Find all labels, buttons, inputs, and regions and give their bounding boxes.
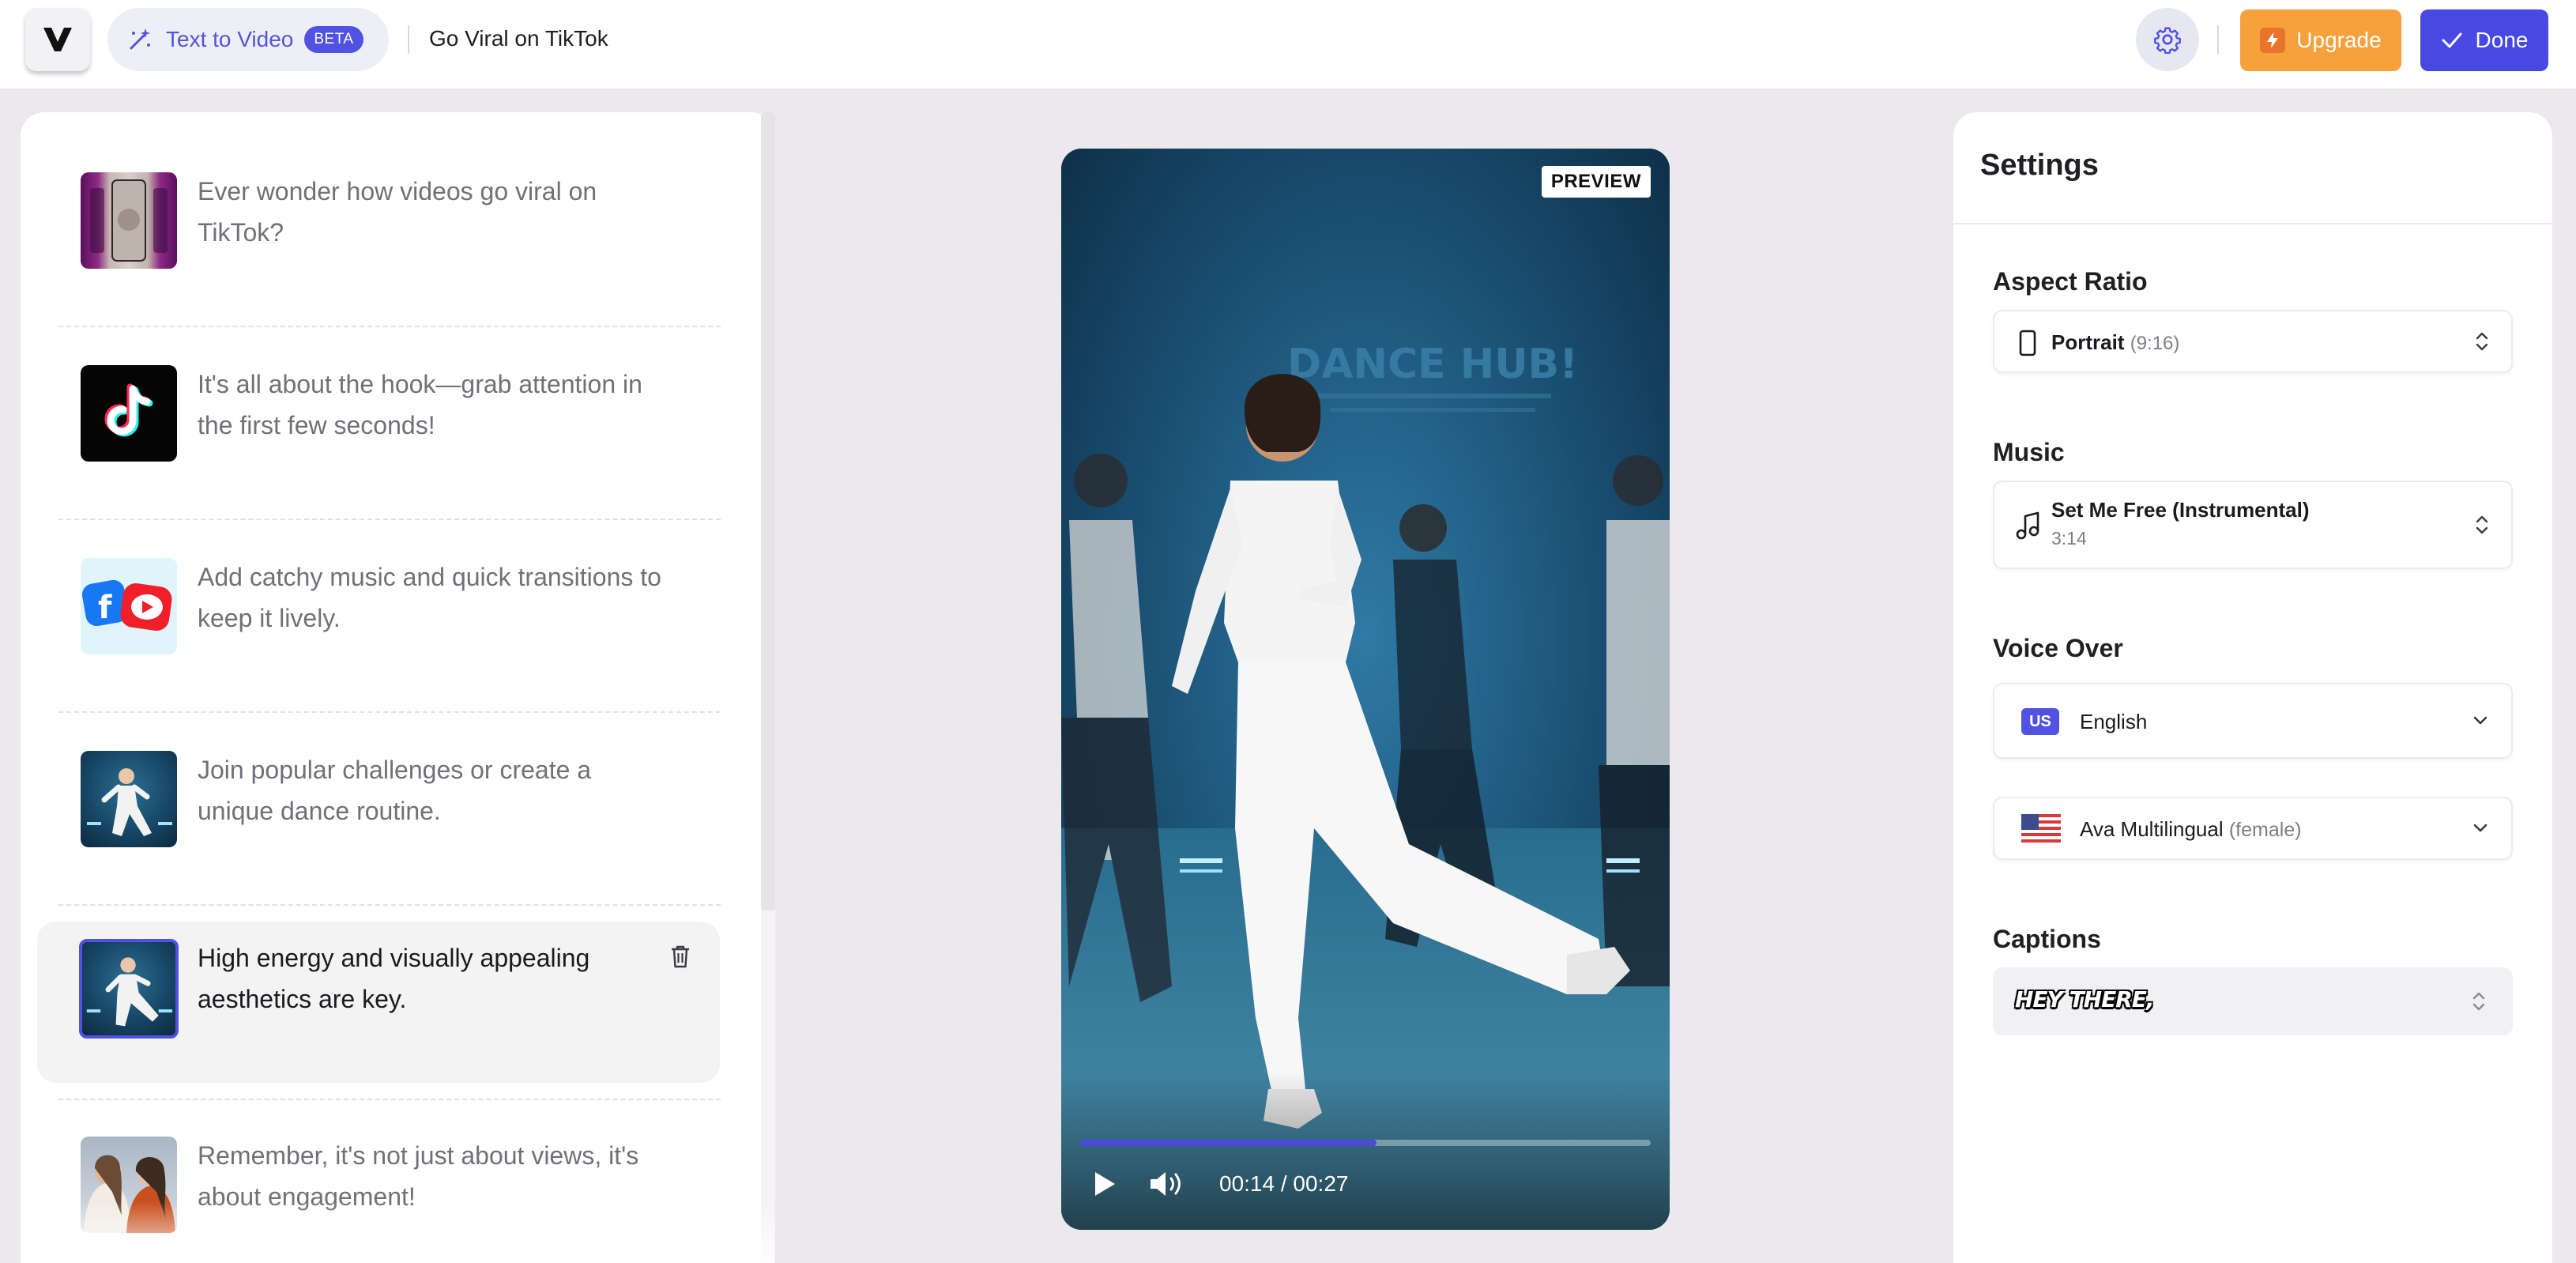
lightning-icon	[2260, 28, 2286, 53]
done-label: Done	[2475, 28, 2529, 52]
preview-badge: PREVIEW	[1541, 166, 1651, 198]
project-title[interactable]: Go Viral on TikTok	[429, 26, 608, 51]
us-flag-icon	[2021, 814, 2061, 843]
magic-wand-icon	[130, 28, 150, 50]
scene-text[interactable]: Join popular challenges or create a uniq…	[198, 749, 672, 831]
settings-button[interactable]	[2136, 8, 2199, 71]
music-label: Music	[1993, 438, 2065, 466]
voice-over-label: Voice Over	[1993, 634, 2123, 662]
scene-item-3[interactable]: f Add catchy music and quick transitions…	[37, 542, 720, 700]
dance-thumbnail	[79, 939, 179, 1039]
chevron-up-down-icon	[2476, 332, 2488, 351]
settings-panel: Settings Aspect Ratio Portrait (9:16) Mu…	[1953, 112, 2552, 1263]
play-icon[interactable]	[1091, 1170, 1118, 1198]
scene-divider	[58, 1099, 721, 1100]
voice-name: Ava Multilingual	[2080, 817, 2224, 841]
video-frame: DANCE HUB!	[1061, 149, 1670, 1230]
scene-divider	[58, 904, 721, 906]
scene-item-2[interactable]: It's all about the hook—grab attention i…	[37, 349, 720, 507]
chevron-up-down-icon	[2472, 992, 2485, 1011]
music-select[interactable]: Set Me Free (Instrumental) 3:14	[1993, 481, 2513, 569]
scene-divider	[58, 518, 721, 520]
gear-icon	[2154, 27, 2181, 54]
social-icons-thumbnail: f	[81, 558, 177, 654]
beta-badge: BETA	[304, 26, 363, 53]
scene-list-scrollbar-thumb[interactable]	[761, 112, 775, 910]
scene-text[interactable]: High energy and visually appealing aesth…	[198, 937, 672, 1020]
captions-label: Captions	[1993, 925, 2101, 953]
playback-progress-fill	[1080, 1140, 1377, 1146]
upgrade-label: Upgrade	[2296, 28, 2382, 52]
voice-language-select[interactable]: US English	[1993, 683, 2513, 759]
music-track-length: 3:14	[2051, 528, 2087, 549]
music-track-name: Set Me Free (Instrumental)	[2051, 498, 2310, 522]
upgrade-button[interactable]: Upgrade	[2240, 9, 2401, 71]
scene-divider	[58, 326, 721, 327]
aspect-ratio-value: Portrait	[2051, 330, 2125, 354]
scene-text[interactable]: It's all about the hook—grab attention i…	[198, 364, 672, 446]
volume-icon[interactable]	[1148, 1170, 1186, 1198]
top-bar: Text to Video BETA Go Viral on TikTok Up…	[0, 0, 2576, 90]
title-divider	[408, 25, 409, 54]
voice-language: English	[2080, 710, 2148, 733]
chevron-down-icon	[2473, 824, 2487, 832]
mode-label: Text to Video	[166, 27, 294, 51]
caption-style-preview: HEY THERE,	[2015, 986, 2155, 1012]
settings-title: Settings	[1980, 149, 2099, 182]
aspect-ratio-select[interactable]: Portrait (9:16)	[1993, 310, 2513, 373]
voice-detail: (female)	[2228, 819, 2302, 841]
music-note-icon	[2016, 511, 2039, 540]
scene-item-1[interactable]: Ever wonder how videos go viral on TikTo…	[37, 156, 720, 315]
dance-thumbnail	[81, 751, 177, 847]
video-preview[interactable]: DANCE HUB! PREVIEW 00:14 / 00:27	[1061, 149, 1670, 1230]
scene-text[interactable]: Ever wonder how videos go viral on TikTo…	[198, 171, 672, 253]
svg-text:f: f	[98, 590, 112, 626]
chevron-up-down-icon	[2476, 515, 2488, 534]
scene-list-fade	[21, 1201, 774, 1263]
settings-divider	[1953, 223, 2552, 224]
aspect-ratio-detail: (9:16)	[2130, 333, 2180, 354]
time-readout: 00:14 / 00:27	[1219, 1171, 1349, 1196]
voice-select[interactable]: Ava Multilingual (female)	[1993, 797, 2513, 860]
trash-icon[interactable]	[666, 942, 695, 971]
scene-text[interactable]: Add catchy music and quick transitions t…	[198, 556, 672, 639]
wall-sign-text: DANCE HUB!	[1287, 341, 1578, 388]
aspect-ratio-label: Aspect Ratio	[1993, 267, 2148, 296]
done-button[interactable]: Done	[2420, 9, 2548, 71]
portrait-phone-icon	[2019, 330, 2036, 356]
scene-item-4[interactable]: Join popular challenges or create a uniq…	[37, 735, 720, 893]
scene-divider	[58, 711, 721, 713]
app-logo[interactable]	[25, 8, 90, 71]
actions-divider	[2217, 25, 2219, 54]
logo-v-icon	[43, 28, 72, 51]
check-icon	[2442, 32, 2462, 48]
scene-item-5-active[interactable]: High energy and visually appealing aesth…	[37, 922, 720, 1083]
language-code-badge: US	[2021, 708, 2059, 735]
chevron-down-icon	[2473, 716, 2487, 725]
playback-progress-bar[interactable]	[1080, 1140, 1651, 1146]
captions-style-select[interactable]: HEY THERE,	[1993, 967, 2513, 1035]
tiktok-logo-thumbnail	[81, 365, 177, 462]
phone-grid-thumbnail	[81, 172, 177, 269]
mode-selector[interactable]: Text to Video BETA	[107, 8, 389, 71]
